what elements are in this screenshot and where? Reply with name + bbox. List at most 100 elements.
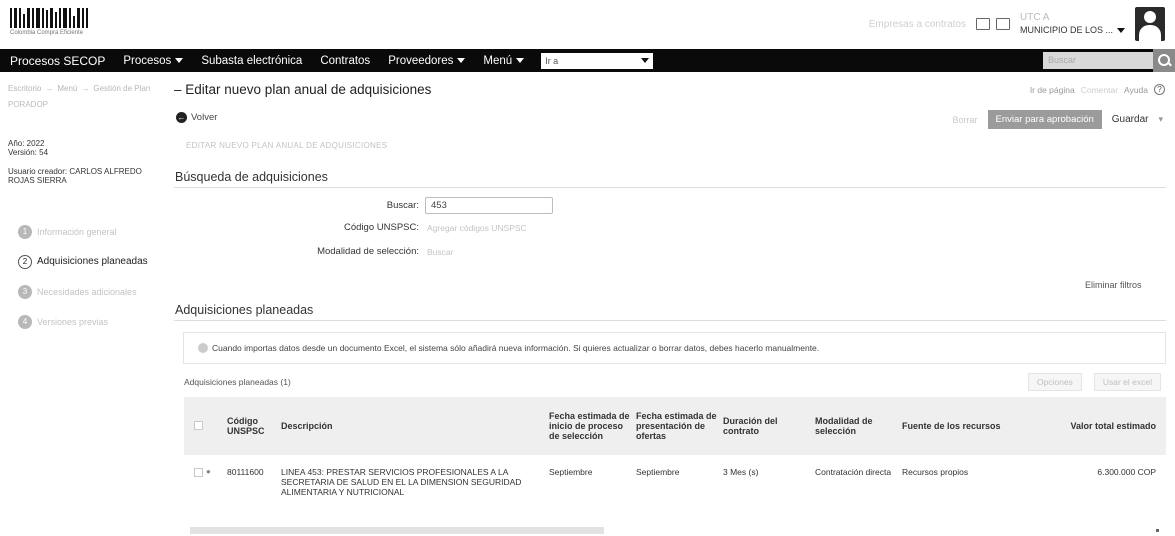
left-panel: PORADOP Año: 2022 Versión: 54 Usuario cr… bbox=[8, 100, 166, 185]
logo-bars bbox=[10, 8, 110, 28]
step-informacion-general[interactable]: 1 Información general bbox=[18, 222, 168, 241]
plan-version: Versión: 54 bbox=[8, 148, 49, 157]
step-number: 3 bbox=[18, 284, 32, 299]
section-divider bbox=[174, 187, 1166, 188]
acquisitions-table: Código UNSPSC Descripción Fecha estimada… bbox=[184, 397, 1166, 505]
chevron-down-icon bbox=[641, 58, 650, 63]
send-for-approval-button[interactable]: Enviar para aprobación bbox=[987, 110, 1102, 129]
logo-caption: Colombia Compra Eficiente bbox=[10, 30, 84, 36]
user-block[interactable]: UTC A MUNICIPIO DE LOS ... bbox=[1020, 12, 1125, 36]
nav-search-input[interactable]: Buscar bbox=[1043, 52, 1153, 69]
comment-link[interactable]: Comentar bbox=[1081, 85, 1118, 95]
step-label: Versiones previas bbox=[37, 316, 109, 327]
unspsc-row: Código UNSPSC: Agregar códigos UNSPSC bbox=[240, 222, 527, 233]
nav-item-menu[interactable]: Menú bbox=[474, 55, 533, 67]
header-faint-link[interactable]: Empresas a contratos bbox=[869, 19, 966, 30]
buscar-input[interactable]: 453 bbox=[425, 197, 553, 214]
notice-text: Cuando importas datos desde un documento… bbox=[212, 343, 820, 353]
help-links: Ir de página Comentar Ayuda ? bbox=[1030, 84, 1165, 95]
cell-code: 80111600 bbox=[227, 467, 264, 477]
chevron-down-icon[interactable]: ▾ bbox=[1158, 114, 1163, 125]
arrow-left-icon: ← bbox=[176, 112, 187, 123]
help-link[interactable]: Ayuda bbox=[1124, 85, 1148, 95]
step-number: 2 bbox=[18, 254, 32, 269]
col-code: Código UNSPSC bbox=[227, 416, 265, 436]
cell-desc: LINEA 453: PRESTAR SERVICIOS PROFESIONAL… bbox=[281, 467, 522, 497]
step-number: 4 bbox=[18, 314, 32, 329]
table-row[interactable]: ● 80111600 LINEA 453: PRESTAR SERVICIOS … bbox=[184, 455, 1166, 505]
back-button[interactable]: ← Volver bbox=[176, 112, 217, 123]
plan-code: PORADOP bbox=[8, 100, 49, 109]
step-label: Información general bbox=[37, 226, 117, 237]
chevron-down-icon bbox=[457, 57, 466, 63]
select-all-checkbox[interactable] bbox=[194, 420, 203, 430]
chevron-down-icon bbox=[175, 57, 184, 63]
user-avatar-icon[interactable] bbox=[1135, 7, 1165, 41]
section-divider bbox=[174, 320, 1166, 321]
modalidad-label: Modalidad de selección: bbox=[317, 246, 419, 257]
wizard-steps: 1 Información general 2 Adquisiciones pl… bbox=[18, 222, 168, 342]
cell-duration: 3 Mes (s) bbox=[723, 467, 759, 477]
options-button[interactable]: Opciones bbox=[1027, 373, 1082, 391]
modalidad-row: Modalidad de selección: Buscar bbox=[240, 246, 453, 257]
row-checkbox-cell: ● bbox=[184, 467, 224, 477]
import-notice: Cuando importas datos desde un documento… bbox=[183, 332, 1166, 364]
unspsc-label: Código UNSPSC: bbox=[344, 222, 419, 233]
step-adquisiciones-planeadas[interactable]: 2 Adquisiciones planeadas bbox=[18, 252, 168, 271]
col-source: Fuente de los recursos bbox=[902, 421, 1001, 431]
unspsc-link[interactable]: Agregar códigos UNSPSC bbox=[427, 223, 527, 233]
nav-item-procesos[interactable]: Procesos bbox=[114, 55, 192, 67]
header-right: Empresas a contratos UTC A MUNICIPIO DE … bbox=[869, 6, 1165, 42]
nav-item-subasta[interactable]: Subasta electrónica bbox=[192, 55, 311, 67]
col-desc: Descripción bbox=[281, 421, 333, 431]
step-label: Necesidades adicionales bbox=[37, 286, 137, 297]
modalidad-link[interactable]: Buscar bbox=[427, 247, 453, 257]
step-versiones-previas[interactable]: 4 Versiones previas bbox=[18, 312, 168, 331]
help-icon[interactable]: ? bbox=[1154, 84, 1165, 95]
chevron-down-icon bbox=[516, 57, 525, 63]
goto-page-link[interactable]: Ir de página bbox=[1030, 85, 1075, 95]
cell-modality: Contratación directa bbox=[815, 467, 892, 477]
nav-label: Menú bbox=[483, 54, 513, 67]
col-modality: Modalidad de selección bbox=[815, 416, 873, 436]
user-name: UTC A bbox=[1019, 12, 1050, 23]
list-actions: Opciones Usar el excel bbox=[1027, 373, 1161, 391]
nav-label: Subasta electrónica bbox=[201, 54, 303, 67]
step-necesidades-adicionales[interactable]: 3 Necesidades adicionales bbox=[18, 282, 168, 301]
breadcrumb-item[interactable]: Menú bbox=[57, 84, 77, 93]
cell-source: Recursos propios bbox=[902, 467, 969, 477]
arrow-right-icon: → bbox=[81, 84, 90, 93]
entity-name: MUNICIPIO DE LOS ... bbox=[1019, 25, 1113, 35]
creator-user: Usuario creador: CARLOS ALFREDO ROJAS SI… bbox=[8, 167, 142, 185]
use-excel-button[interactable]: Usar el excel bbox=[1093, 373, 1161, 391]
col-duration: Duración del contrato bbox=[723, 416, 778, 436]
nav-item-proveedores[interactable]: Proveedores bbox=[379, 55, 474, 67]
row-marker-icon: ● bbox=[206, 467, 211, 476]
goto-select[interactable]: Ir a bbox=[541, 52, 654, 69]
delete-button[interactable]: Borrar bbox=[953, 115, 978, 125]
entity-selector[interactable]: MUNICIPIO DE LOS ... bbox=[1020, 24, 1125, 36]
messages-icon[interactable] bbox=[975, 18, 990, 30]
search-icon[interactable] bbox=[1153, 49, 1175, 72]
nav-item-contratos[interactable]: Contratos bbox=[311, 55, 379, 67]
info-icon bbox=[198, 343, 208, 353]
cell-value: 6.300.000 COP bbox=[1097, 467, 1156, 477]
header-checkbox-cell bbox=[184, 420, 224, 432]
colombia-compra-logo[interactable]: Colombia Compra Eficiente bbox=[10, 8, 110, 38]
row-checkbox[interactable] bbox=[194, 467, 203, 477]
horizontal-scrollbar[interactable] bbox=[190, 527, 604, 534]
save-button[interactable]: Guardar bbox=[1112, 114, 1149, 125]
plan-year: Año: 2022 bbox=[8, 139, 45, 148]
cell-start: Septiembre bbox=[549, 467, 593, 477]
clear-filters-link[interactable]: Eliminar filtros bbox=[1085, 280, 1142, 290]
breadcrumb-item[interactable]: Gestión de Plan bbox=[93, 84, 150, 93]
top-header: Colombia Compra Eficiente Empresas a con… bbox=[0, 0, 1175, 46]
form-subheading: EDITAR NUEVO PLAN ANUAL DE ADQUISICIONES bbox=[186, 141, 388, 150]
action-bar: Borrar Enviar para aprobación Guardar ▾ bbox=[953, 110, 1163, 129]
back-label: Volver bbox=[191, 112, 218, 123]
plan-year-version: Año: 2022 Versión: 54 bbox=[8, 139, 166, 157]
cell-offers: Septiembre bbox=[636, 467, 680, 477]
breadcrumb-item[interactable]: Escritorio bbox=[8, 84, 41, 93]
alerts-icon[interactable] bbox=[995, 18, 1010, 30]
nav-brand[interactable]: Procesos SECOP bbox=[0, 54, 114, 68]
